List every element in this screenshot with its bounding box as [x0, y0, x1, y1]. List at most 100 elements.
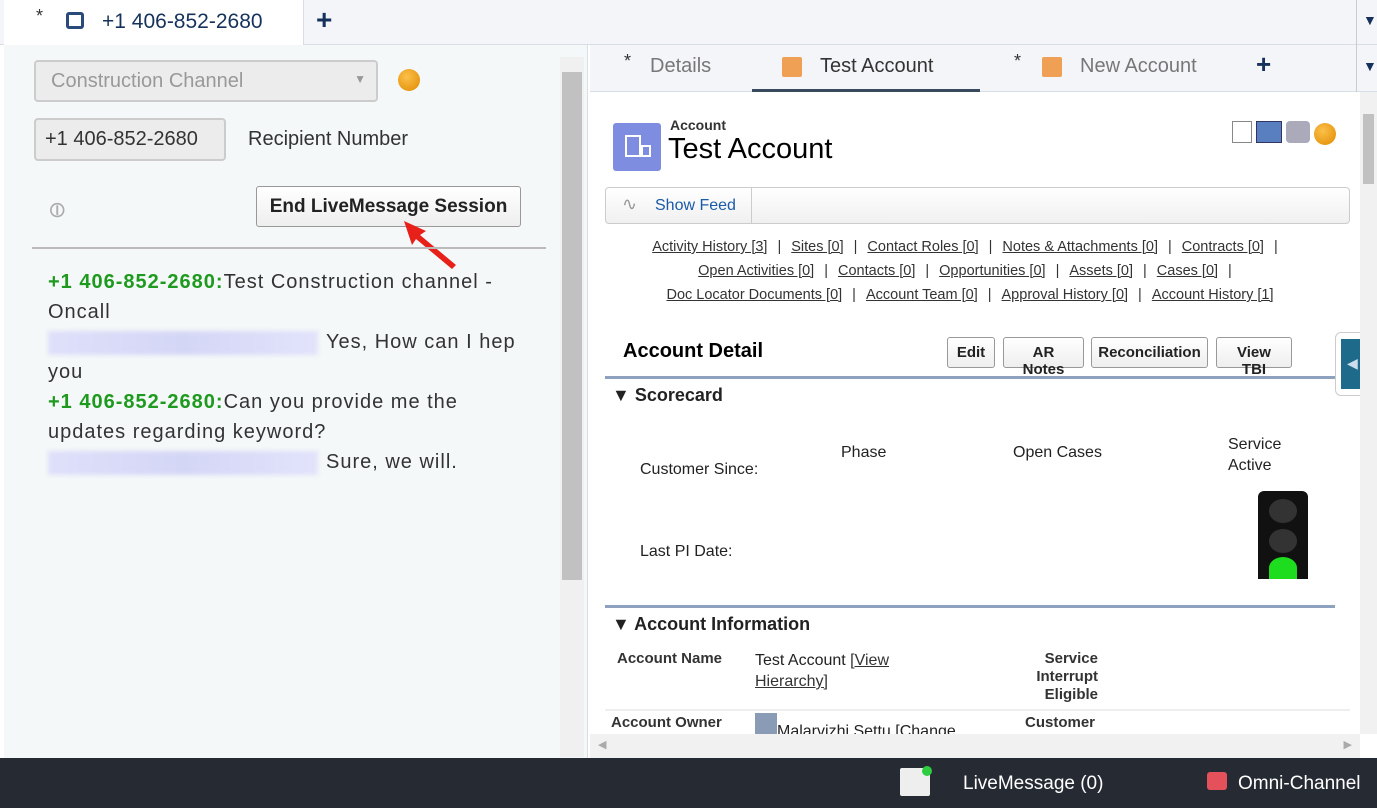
related-links-row: Open Activities [0] | Contacts [0] | Opportu…	[610, 259, 1330, 283]
subtab-details[interactable]: Details	[650, 55, 711, 78]
redacted-sender	[48, 450, 318, 475]
related-list-link[interactable]: Cases [0]	[1157, 263, 1218, 279]
customer-label: Customer	[1025, 714, 1096, 731]
annotation-arrow	[404, 221, 456, 269]
edit-button[interactable]: Edit	[947, 337, 995, 368]
add-subtab-button[interactable]: +	[1256, 49, 1271, 80]
livemessage-utility[interactable]: LiveMessage (0)	[963, 773, 1103, 795]
account-name-label: Account Name	[617, 650, 723, 667]
reconciliation-button[interactable]: Reconciliation	[1091, 337, 1208, 368]
related-list-link[interactable]: Account History [1]	[1152, 287, 1274, 303]
unsaved-marker: *	[36, 6, 44, 26]
record-tools	[1232, 121, 1336, 145]
redacted-sender	[48, 330, 318, 355]
show-feed-button[interactable]: ∿ Show Feed	[606, 188, 752, 223]
service-active-label: Service Active	[1228, 436, 1282, 474]
view-tbi-button[interactable]: View TBI	[1216, 337, 1292, 378]
related-list-link[interactable]: Open Activities [0]	[698, 263, 814, 279]
related-list-link[interactable]: Opportunities [0]	[939, 263, 1045, 279]
message-item: Sure, we will.	[48, 447, 538, 477]
channel-select[interactable]: Construction Channel ▼	[34, 60, 378, 102]
livemessage-icon	[900, 766, 932, 796]
phase-label: Phase	[841, 444, 887, 461]
subtab-new-account[interactable]: New Account	[1080, 55, 1197, 78]
related-list-link[interactable]: Contracts [0]	[1182, 239, 1264, 255]
account-object-icon	[613, 123, 661, 171]
separator: |	[1167, 239, 1172, 255]
account-information-header[interactable]: ▼ Account Information	[612, 614, 810, 635]
related-links-row: Doc Locator Documents [0] | Account Team […	[610, 283, 1330, 307]
livemessage-panel: Construction Channel ▼ +1 406-852-2680 Re…	[4, 45, 588, 758]
related-list-link[interactable]: Activity History [3]	[652, 239, 767, 255]
scorecard-header[interactable]: ▼ Scorecard	[612, 385, 723, 406]
related-list-link[interactable]: Contact Roles [0]	[867, 239, 978, 255]
open-cases-label: Open Cases	[1013, 444, 1102, 461]
primary-tab-bar: * +1 406-852-2680 + ▼	[0, 0, 1377, 46]
avatar	[755, 713, 777, 734]
related-list-link[interactable]: Assets [0]	[1069, 263, 1133, 279]
related-list-link[interactable]: Sites [0]	[791, 239, 843, 255]
section-divider	[605, 376, 1335, 379]
show-feed-label: Show Feed	[655, 197, 736, 214]
ar-notes-button[interactable]: AR Notes	[1003, 337, 1084, 378]
edit-layout-icon[interactable]	[1232, 121, 1252, 143]
help-icon[interactable]	[1314, 123, 1336, 145]
subtab-bar: * Details Test Account * New Account + ▼	[590, 45, 1377, 92]
account-icon	[1042, 57, 1062, 77]
separator: |	[853, 239, 858, 255]
separator: |	[1055, 263, 1060, 279]
row-divider	[605, 709, 1350, 711]
separator: |	[988, 239, 993, 255]
related-list-link[interactable]: Notes & Attachments [0]	[1002, 239, 1158, 255]
customer-since-label: Customer Since:	[640, 461, 759, 478]
omni-channel-icon	[1207, 772, 1227, 790]
message-sender: +1 406-852-2680:	[48, 271, 224, 293]
online-status-dot	[922, 766, 932, 776]
scroll-thumb[interactable]	[562, 72, 582, 580]
record-workspace: * Details Test Account * New Account + ▼…	[590, 45, 1377, 758]
account-icon	[782, 57, 802, 77]
subtab-overflow-chevron-icon[interactable]: ▼	[1356, 45, 1377, 92]
customize-page-icon[interactable]	[1256, 121, 1282, 143]
omni-channel-utility[interactable]: Omni-Channel	[1238, 773, 1361, 795]
separator: |	[824, 263, 828, 279]
separator: |	[987, 287, 992, 303]
service-interrupt-eligible-label: Service Interrupt Eligible	[1036, 650, 1098, 703]
traffic-light-indicator	[1258, 491, 1308, 579]
chevron-down-icon: ▼	[354, 72, 366, 86]
end-session-button[interactable]: End LiveMessage Session	[256, 186, 521, 227]
related-list-link[interactable]: Approval History [0]	[1002, 287, 1129, 303]
subtab-test-account[interactable]: Test Account	[752, 45, 980, 92]
feed-pulse-icon: ∿	[622, 194, 638, 214]
left-scrollbar[interactable]	[560, 57, 584, 757]
related-list-link[interactable]: Doc Locator Documents [0]	[666, 287, 842, 303]
message-sender: +1 406-852-2680:	[48, 391, 224, 413]
print-icon[interactable]	[1286, 121, 1310, 143]
message-item: Yes, How can I hep you	[48, 327, 538, 387]
account-owner-row: Account Owner Malarvizhi Settu [Change C…	[605, 713, 1350, 734]
scroll-thumb[interactable]	[1363, 114, 1374, 184]
account-owner-label: Account Owner	[611, 714, 722, 731]
record-vertical-scrollbar[interactable]	[1360, 92, 1377, 734]
separator: |	[1138, 287, 1142, 303]
related-list-link[interactable]: Contacts [0]	[838, 263, 915, 279]
tab-overflow-chevron-icon[interactable]: ▼	[1356, 0, 1377, 45]
utility-bar: LiveMessage (0) Omni-Channel	[0, 758, 1377, 808]
related-list-link[interactable]: Account Team [0]	[866, 287, 978, 303]
account-name-text: Test Account	[755, 652, 846, 669]
unsaved-marker: *	[624, 51, 632, 71]
horizontal-scrollbar[interactable]: ◀ ▶	[590, 734, 1360, 758]
add-tab-button[interactable]: +	[316, 4, 332, 36]
help-icon[interactable]	[398, 69, 420, 91]
recipient-number-label: Recipient Number	[248, 128, 409, 150]
scorecard-title: Scorecard	[634, 385, 723, 405]
tab-phone-session[interactable]: * +1 406-852-2680	[4, 0, 304, 46]
attachment-icon[interactable]: ⊘	[42, 194, 73, 225]
livemessage-icon	[66, 12, 84, 29]
recipient-number-input[interactable]: +1 406-852-2680	[34, 118, 226, 161]
account-owner-value[interactable]: Malarvizhi Settu [Change	[777, 723, 956, 734]
unsaved-marker: *	[1014, 51, 1022, 71]
separator: |	[1228, 263, 1232, 279]
channel-select-value: Construction Channel	[51, 70, 244, 92]
related-links-row: Activity History [3] | Sites [0] | Contact R…	[610, 235, 1330, 259]
